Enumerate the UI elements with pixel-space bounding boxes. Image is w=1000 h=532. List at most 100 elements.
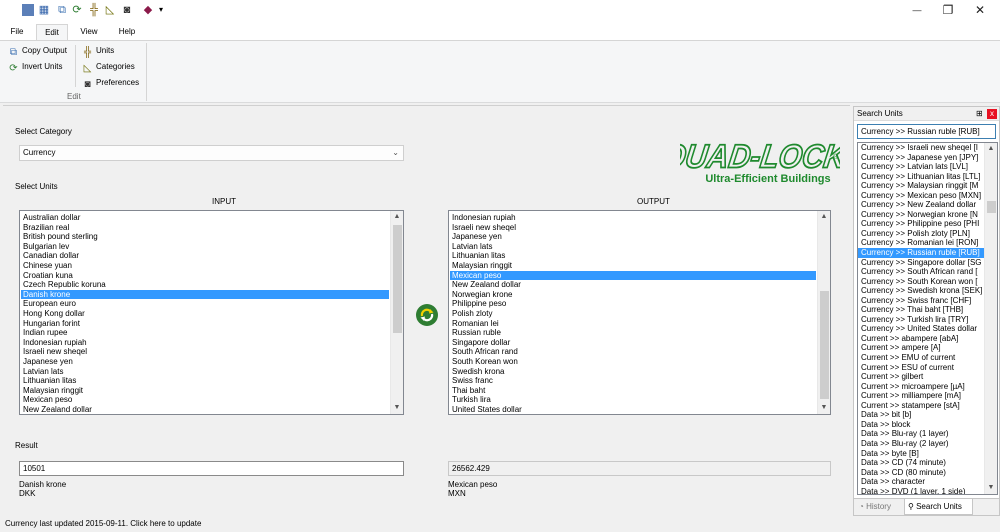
copy-icon[interactable]: ⧉ <box>56 4 68 16</box>
list-item[interactable]: Latvian lats <box>450 242 816 252</box>
list-item[interactable]: Malaysian ringgit <box>450 261 816 271</box>
list-item[interactable]: Currency >> Singapore dollar [SG <box>858 258 984 268</box>
book-icon[interactable]: ◆ <box>142 4 154 16</box>
list-item[interactable]: Bulgarian lev <box>21 242 389 252</box>
scroll-down-icon[interactable]: ▼ <box>391 402 403 414</box>
status-bar-link[interactable]: Currency last updated 2015-09-11. Click … <box>5 519 201 528</box>
tab-history[interactable]: ◔ History <box>856 499 904 515</box>
list-item[interactable]: Indonesian rupiah <box>450 213 816 223</box>
list-item[interactable]: Currency >> Russian ruble [RUB] <box>858 248 984 258</box>
units-icon[interactable]: ╬ <box>88 4 100 16</box>
invert-units-button[interactable]: ⟳ Invert Units <box>8 60 62 74</box>
tab-help[interactable]: Help <box>112 24 142 40</box>
list-item[interactable]: South Korean won <box>450 357 816 367</box>
list-item[interactable]: Australian dollar <box>21 213 389 223</box>
list-item[interactable]: Currency >> Polish zloty [PLN] <box>858 229 984 239</box>
list-item[interactable]: Canadian dollar <box>21 251 389 261</box>
close-button[interactable]: ✕ <box>960 0 1000 22</box>
pin-icon[interactable]: ⊞ <box>976 109 983 118</box>
list-item[interactable]: Japanese yen <box>450 232 816 242</box>
list-item[interactable]: Malaysian ringgit <box>21 386 389 396</box>
list-item[interactable]: New Zealand dollar <box>21 405 389 414</box>
copy-output-button[interactable]: ⧉ Copy Output <box>8 44 67 58</box>
list-item[interactable]: Mexican peso <box>450 270 816 281</box>
list-item[interactable]: Currency >> New Zealand dollar <box>858 200 984 210</box>
scroll-up-icon[interactable]: ▲ <box>391 211 403 223</box>
list-item[interactable]: European euro <box>21 299 389 309</box>
list-item[interactable]: Romanian lei <box>450 319 816 329</box>
list-item[interactable]: Currency >> Israeli new sheqel [I <box>858 143 984 153</box>
search-results-list[interactable]: Currency >> Israeli new sheqel [I Currenc… <box>857 142 998 495</box>
tab-edit[interactable]: Edit <box>36 24 68 40</box>
list-item[interactable]: Japanese yen <box>21 357 389 367</box>
tab-view[interactable]: View <box>74 24 104 40</box>
list-item[interactable]: Data >> Blu-ray (1 layer) <box>858 429 984 439</box>
list-item[interactable]: Indonesian rupiah <box>21 338 389 348</box>
list-item[interactable]: Currency >> Thai baht [THB] <box>858 305 984 315</box>
list-item[interactable]: Israeli new sheqel <box>450 223 816 233</box>
list-item[interactable]: Brazilian real <box>21 223 389 233</box>
list-item[interactable]: Lithuanian litas <box>450 251 816 261</box>
preferences-button[interactable]: ◙ Preferences <box>82 76 139 90</box>
table-icon[interactable]: ▦ <box>38 4 50 16</box>
scroll-up-icon[interactable]: ▲ <box>985 143 997 155</box>
list-item[interactable]: Currency >> Malaysian ringgit [M <box>858 181 984 191</box>
list-item[interactable]: Philippine peso <box>450 299 816 309</box>
list-item[interactable]: Turkish lira <box>450 395 816 405</box>
list-item[interactable]: Data >> CD (80 minute) <box>858 468 984 478</box>
list-item[interactable]: Data >> block <box>858 420 984 430</box>
tab-file[interactable]: File <box>4 24 30 40</box>
list-item[interactable]: Swiss franc <box>450 376 816 386</box>
list-item[interactable]: United States dollar <box>450 405 816 414</box>
list-item[interactable]: Hong Kong dollar <box>21 309 389 319</box>
categories-button[interactable]: ◺ Categories <box>82 60 135 74</box>
list-item[interactable]: Data >> character <box>858 477 984 487</box>
output-unit-list[interactable]: Indonesian rupiah Israeli new sheqel Japan… <box>448 210 831 415</box>
list-item[interactable]: South African rand <box>450 347 816 357</box>
scroll-thumb[interactable] <box>393 225 402 333</box>
input-list-scrollbar[interactable]: ▲ ▼ <box>390 211 403 414</box>
list-item[interactable]: Data >> DVD (1 layer, 1 side) <box>858 487 984 494</box>
tab-search-units[interactable]: ⚲ Search Units <box>904 499 973 515</box>
list-item[interactable]: Czech Republic koruna <box>21 280 389 290</box>
list-item[interactable]: Currency >> Japanese yen [JPY] <box>858 153 984 163</box>
list-item[interactable]: British pound sterling <box>21 232 389 242</box>
scroll-down-icon[interactable]: ▼ <box>985 482 997 494</box>
list-item[interactable]: Mexican peso <box>21 395 389 405</box>
list-item[interactable]: Currency >> Romanian lei [RON] <box>858 238 984 248</box>
list-item[interactable]: Currency >> Swedish krona [SEK] <box>858 286 984 296</box>
search-results-scrollbar[interactable]: ▲ ▼ <box>984 143 997 494</box>
notes-icon[interactable] <box>22 4 34 16</box>
list-item[interactable]: Indian rupee <box>21 328 389 338</box>
input-unit-list[interactable]: Australian dollar Brazilian real British p… <box>19 210 404 415</box>
list-item[interactable]: Currency >> Turkish lira [TRY] <box>858 315 984 325</box>
scroll-up-icon[interactable]: ▲ <box>818 211 830 223</box>
list-item[interactable]: Danish krone <box>21 289 389 300</box>
list-item[interactable]: Data >> Blu-ray (2 layer) <box>858 439 984 449</box>
quick-access-dropdown[interactable]: ▾ <box>155 4 167 16</box>
list-item[interactable]: Currency >> Norwegian krone [N <box>858 210 984 220</box>
input-value-field[interactable]: 10501 <box>19 461 404 476</box>
close-icon[interactable]: x <box>987 109 997 119</box>
list-item[interactable]: Currency >> Lithuanian litas [LTL] <box>858 172 984 182</box>
list-item[interactable]: Currency >> Philippine peso [PHI <box>858 219 984 229</box>
list-item[interactable]: Polish zloty <box>450 309 816 319</box>
categories-icon[interactable]: ◺ <box>104 4 116 16</box>
scroll-down-icon[interactable]: ▼ <box>818 402 830 414</box>
list-item[interactable]: Hungarian forint <box>21 319 389 329</box>
list-item[interactable]: Currency >> United States dollar <box>858 324 984 334</box>
list-item[interactable]: Current >> ESU of current <box>858 363 984 373</box>
refresh-icon[interactable]: ⟳ <box>71 4 83 16</box>
output-list-scrollbar[interactable]: ▲ ▼ <box>817 211 830 414</box>
list-item[interactable]: Lithuanian litas <box>21 376 389 386</box>
list-item[interactable]: Currency >> South Korean won [ <box>858 277 984 287</box>
list-item[interactable]: Current >> abampere [abA] <box>858 334 984 344</box>
list-item[interactable]: Data >> bit [b] <box>858 410 984 420</box>
scroll-thumb[interactable] <box>820 291 829 399</box>
list-item[interactable]: Data >> byte [B] <box>858 449 984 459</box>
list-item[interactable]: New Zealand dollar <box>450 280 816 290</box>
list-item[interactable]: Croatian kuna <box>21 271 389 281</box>
list-item[interactable]: Norwegian krone <box>450 290 816 300</box>
list-item[interactable]: Current >> milliampere [mA] <box>858 391 984 401</box>
category-select[interactable]: Currency ⌄ <box>19 145 404 161</box>
